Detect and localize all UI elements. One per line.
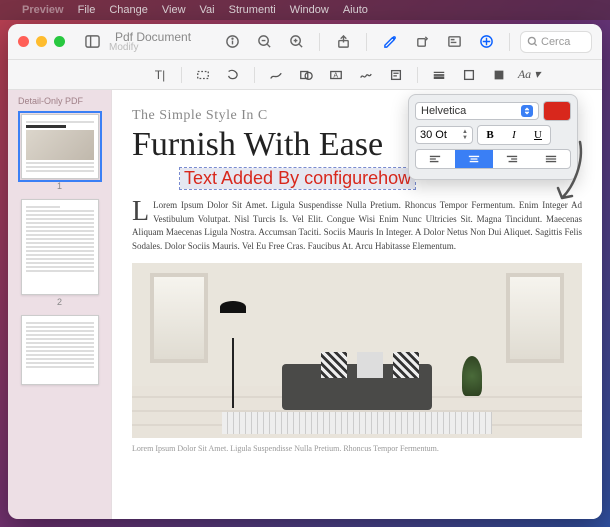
page-body-text: LLorem Ipsum Dolor Sit Amet. Ligula Susp… (132, 199, 582, 253)
info-button[interactable] (219, 30, 245, 54)
lasso-tool[interactable] (221, 64, 245, 86)
border-color-tool[interactable] (457, 64, 481, 86)
menu-file[interactable]: File (78, 4, 96, 16)
menu-edit[interactable]: Change (109, 4, 148, 16)
markup-toggle-button[interactable] (377, 30, 403, 54)
page-hero-image (132, 263, 582, 438)
thumbnail-sidebar: Detail-Only PDF 1 2 (8, 90, 112, 519)
added-text-annotation[interactable]: Text Added By configurehow (180, 168, 415, 189)
menubar-app-name[interactable]: Preview (22, 4, 64, 16)
font-size-stepper[interactable]: ▲▼ (462, 129, 468, 141)
chevron-updown-icon (521, 105, 533, 117)
search-placeholder: Cerca (541, 36, 570, 48)
image-caption: Lorem Ipsum Dolor Sit Amet. Ligula Suspe… (132, 444, 582, 453)
align-left-button[interactable] (416, 150, 455, 168)
underline-button[interactable]: U (526, 126, 550, 144)
markup-toolbar: T| A Aa ▾ (8, 60, 602, 90)
font-family-select[interactable]: Helvetica (415, 102, 539, 120)
highlight-button[interactable] (473, 30, 499, 54)
window-titlebar: Pdf Document Modify Cerca (8, 24, 602, 60)
bold-button[interactable]: B (478, 126, 502, 144)
rect-select-tool[interactable] (191, 64, 215, 86)
text-select-tool[interactable]: T| (148, 64, 172, 86)
fill-color-tool[interactable] (487, 64, 511, 86)
traffic-lights (18, 36, 65, 47)
text-align-segmented (415, 149, 571, 169)
font-size-field[interactable]: 30 Ot ▲▼ (415, 126, 473, 144)
zoom-window-button[interactable] (54, 36, 65, 47)
page-view[interactable]: The Simple Style In C Furnish With Ease … (112, 90, 602, 519)
thumb-num-1: 1 (8, 181, 111, 191)
thumb-num-2: 2 (8, 297, 111, 307)
search-icon (527, 36, 538, 47)
shapes-tool[interactable] (294, 64, 318, 86)
close-window-button[interactable] (18, 36, 29, 47)
search-field[interactable]: Cerca (520, 31, 592, 53)
text-color-swatch[interactable] (543, 101, 571, 121)
sidebar-toggle-button[interactable] (79, 30, 105, 54)
menu-help[interactable]: Aiuto (343, 4, 368, 16)
document-title: Pdf Document (115, 31, 191, 43)
text-style-popover: Helvetica 30 Ot ▲▼ B I U (408, 94, 578, 180)
stroke-style-tool[interactable] (427, 64, 451, 86)
align-right-button[interactable] (493, 150, 532, 168)
svg-text:A: A (333, 72, 338, 79)
align-justify-button[interactable] (532, 150, 571, 168)
sidebar-title: Detail-Only PDF (8, 96, 111, 110)
content-area: Detail-Only PDF 1 2 The Simple Style In … (8, 90, 602, 519)
document-subtitle: Modify (109, 43, 195, 53)
menu-tools[interactable]: Strumenti (229, 4, 276, 16)
italic-button[interactable]: I (502, 126, 526, 144)
system-menubar: Preview File Change View Vai Strumenti W… (0, 0, 610, 20)
form-button[interactable] (441, 30, 467, 54)
rotate-button[interactable] (409, 30, 435, 54)
note-tool[interactable] (384, 64, 408, 86)
minimize-window-button[interactable] (36, 36, 47, 47)
zoom-in-button[interactable] (283, 30, 309, 54)
align-center-button[interactable] (455, 150, 494, 168)
page-thumb-2[interactable] (21, 199, 99, 295)
share-button[interactable] (330, 30, 356, 54)
zoom-out-button[interactable] (251, 30, 277, 54)
menu-window[interactable]: Window (290, 4, 329, 16)
preview-window: Pdf Document Modify Cerca T| A (8, 24, 602, 519)
page-thumb-1[interactable] (21, 114, 99, 179)
sketch-tool[interactable] (264, 64, 288, 86)
text-style-tool[interactable]: Aa ▾ (517, 64, 541, 86)
font-family-value: Helvetica (421, 105, 466, 117)
menu-go[interactable]: Vai (200, 4, 215, 16)
font-style-segmented: B I U (477, 125, 551, 145)
sign-tool[interactable] (354, 64, 378, 86)
menu-view[interactable]: View (162, 4, 186, 16)
text-tool[interactable]: A (324, 64, 348, 86)
page-thumb-3[interactable] (21, 315, 99, 385)
font-size-value: 30 Ot (420, 129, 447, 141)
